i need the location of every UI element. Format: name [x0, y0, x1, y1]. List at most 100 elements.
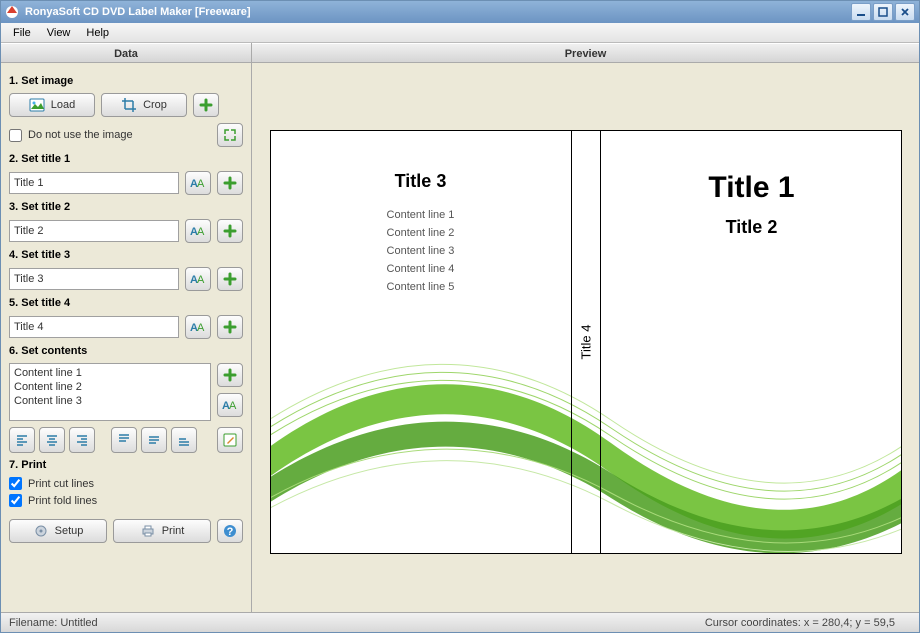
title3-font-button[interactable]: AA — [185, 267, 211, 291]
load-button[interactable]: Load — [9, 93, 95, 117]
status-filename-value: Untitled — [60, 617, 97, 629]
minimize-button[interactable] — [851, 3, 871, 21]
dont-use-image-label: Do not use the image — [28, 129, 133, 141]
crop-button[interactable]: Crop — [101, 93, 187, 117]
gear-icon — [33, 523, 49, 539]
valign-top-icon — [116, 432, 132, 448]
print-fold-checkbox[interactable]: Print fold lines — [9, 494, 243, 507]
statusbar: Filename: Untitled Cursor coordinates: x… — [1, 612, 919, 632]
maximize-button[interactable] — [873, 3, 893, 21]
preview-title3: Title 3 — [271, 171, 571, 192]
plus-icon — [222, 271, 238, 287]
valign-middle-button[interactable] — [141, 427, 167, 453]
close-button[interactable] — [895, 3, 915, 21]
back-panel: Title 3 Content line 1Content line 2Cont… — [271, 131, 571, 553]
menu-view[interactable]: View — [39, 25, 79, 41]
data-panel-header: Data — [1, 43, 251, 63]
preview-title1: Title 1 — [601, 171, 902, 205]
section-set-title3: 4. Set title 3 — [9, 249, 243, 261]
menu-help[interactable]: Help — [78, 25, 117, 41]
title1-input[interactable] — [9, 172, 179, 194]
preview-spine-text: Title 4 — [578, 324, 593, 359]
data-panel: Data 1. Set image Load Crop — [1, 43, 252, 612]
align-left-button[interactable] — [9, 427, 35, 453]
section-set-contents: 6. Set contents — [9, 345, 243, 357]
svg-text:?: ? — [227, 526, 234, 538]
preview-canvas[interactable]: Title 3 Content line 1Content line 2Cont… — [252, 63, 919, 612]
spine-panel: Title 4 — [571, 131, 601, 553]
plus-icon — [222, 223, 238, 239]
cd-cover: Title 3 Content line 1Content line 2Cont… — [270, 130, 902, 554]
contents-add-button[interactable] — [217, 363, 243, 387]
print-button-label: Print — [162, 525, 185, 537]
setup-button[interactable]: Setup — [9, 519, 107, 543]
crop-button-label: Crop — [143, 99, 167, 111]
font-icon: AA — [190, 319, 206, 335]
print-cut-checkbox[interactable]: Print cut lines — [9, 477, 243, 490]
section-print: 7. Print — [9, 459, 243, 471]
expand-icon — [222, 127, 238, 143]
title2-font-button[interactable]: AA — [185, 219, 211, 243]
title1-add-button[interactable] — [217, 171, 243, 195]
plus-icon — [222, 319, 238, 335]
print-cut-label: Print cut lines — [28, 478, 94, 490]
help-print-button[interactable]: ? — [217, 519, 243, 543]
titlebar: RonyaSoft CD DVD Label Maker [Freeware] — [1, 1, 919, 23]
plus-icon — [198, 97, 214, 113]
align-center-button[interactable] — [39, 427, 65, 453]
application-window: RonyaSoft CD DVD Label Maker [Freeware] … — [0, 0, 920, 633]
print-fold-label: Print fold lines — [28, 495, 97, 507]
preview-content-lines: Content line 1Content line 2Content line… — [271, 206, 571, 296]
preview-panel: Preview Title 3 Content line 1Conten — [252, 43, 919, 612]
svg-text:A: A — [197, 178, 205, 190]
menu-file[interactable]: File — [5, 25, 39, 41]
svg-text:A: A — [229, 400, 237, 412]
front-panel: Title 1 Title 2 — [601, 131, 902, 553]
add-image-button[interactable] — [193, 93, 219, 117]
title1-font-button[interactable]: AA — [185, 171, 211, 195]
contents-input[interactable] — [9, 363, 211, 421]
print-button[interactable]: Print — [113, 519, 211, 543]
section-set-title4: 5. Set title 4 — [9, 297, 243, 309]
main-columns: Data 1. Set image Load Crop — [1, 43, 919, 612]
status-filename: Filename: Untitled — [9, 617, 114, 629]
title3-input[interactable] — [9, 268, 179, 290]
font-icon: AA — [190, 271, 206, 287]
svg-text:A: A — [197, 322, 205, 334]
svg-text:A: A — [197, 274, 205, 286]
title4-input[interactable] — [9, 316, 179, 338]
align-left-icon — [14, 432, 30, 448]
image-icon — [29, 97, 45, 113]
status-filename-label: Filename: — [9, 617, 57, 629]
menubar: File View Help — [1, 23, 919, 43]
valign-top-button[interactable] — [111, 427, 137, 453]
preview-title2: Title 2 — [601, 217, 902, 238]
title3-add-button[interactable] — [217, 267, 243, 291]
app-icon — [5, 5, 19, 19]
title4-font-button[interactable]: AA — [185, 315, 211, 339]
align-toolbar — [9, 427, 243, 453]
font-icon: AA — [190, 223, 206, 239]
section-set-title1: 2. Set title 1 — [9, 153, 243, 165]
valign-bottom-button[interactable] — [171, 427, 197, 453]
svg-text:A: A — [197, 226, 205, 238]
fit-image-button[interactable] — [217, 123, 243, 147]
crop-icon — [121, 97, 137, 113]
pencil-icon — [222, 432, 238, 448]
align-center-icon — [44, 432, 60, 448]
window-title: RonyaSoft CD DVD Label Maker [Freeware] — [25, 6, 849, 18]
printer-icon — [140, 523, 156, 539]
dont-use-image-checkbox[interactable]: Do not use the image — [9, 129, 211, 142]
edit-design-button[interactable] — [217, 427, 243, 453]
plus-icon — [222, 367, 238, 383]
help-icon: ? — [222, 523, 238, 539]
preview-panel-header: Preview — [252, 43, 919, 63]
align-right-button[interactable] — [69, 427, 95, 453]
title4-add-button[interactable] — [217, 315, 243, 339]
title2-input[interactable] — [9, 220, 179, 242]
plus-icon — [222, 175, 238, 191]
section-set-image: 1. Set image — [9, 75, 243, 87]
title2-add-button[interactable] — [217, 219, 243, 243]
contents-font-button[interactable]: AA — [217, 393, 243, 417]
valign-middle-icon — [146, 432, 162, 448]
